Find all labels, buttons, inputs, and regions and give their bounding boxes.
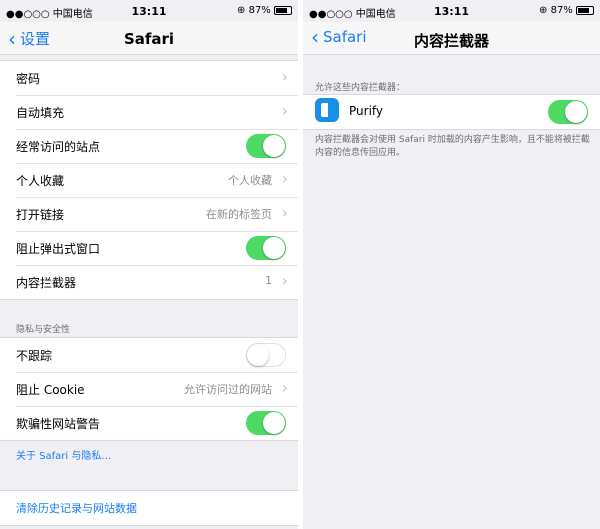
status-bar: ●●○○○ 中国电信 13:11 ⊕ 87%: [0, 0, 298, 22]
content-blockers-screen: ●●○○○ 中国电信 13:11 ⊕ 87% ‹ Safari 内容拦截器 允许这…: [303, 0, 600, 529]
settings-row-block-cookies[interactable]: 阻止 Cookie 允许访问过的网站 ›: [0, 372, 298, 406]
chevron-right-icon: ›: [281, 203, 288, 222]
chevron-right-icon: ›: [281, 271, 288, 290]
toggle-knob: [247, 344, 269, 366]
settings-row-open-links[interactable]: 打开链接 在新的标签页 ›: [0, 197, 298, 231]
settings-row-content-blockers[interactable]: 内容拦截器 1 ›: [0, 265, 298, 299]
row-label: 个人收藏: [16, 174, 65, 188]
clear-history-label: 清除历史记录与网站数据: [16, 502, 137, 515]
blocker-row-purify: Purify: [303, 95, 600, 129]
chevron-right-icon: ›: [281, 169, 288, 188]
row-label: 自动填充: [16, 106, 65, 120]
settings-row-autofill[interactable]: 自动填充 ›: [0, 95, 298, 129]
row-label: 内容拦截器: [16, 276, 77, 290]
blockers-footer-note: 内容拦截器会对使用 Safari 时加载的内容产生影响，且不能将被拦截内容的信息…: [315, 135, 590, 158]
page-title: 内容拦截器: [413, 32, 489, 50]
fraud-warning-toggle[interactable]: [246, 411, 286, 435]
blockers-section-header: 允许这些内容拦截器：: [315, 83, 406, 93]
settings-row-block-popups: 阻止弹出式窗口: [0, 231, 298, 265]
row-label: 经常访问的站点: [16, 140, 101, 154]
clear-history-group: 清除历史记录与网站数据: [0, 490, 298, 526]
settings-row-favorites[interactable]: 个人收藏 个人收藏 ›: [0, 163, 298, 197]
status-bar: ●●○○○ 中国电信 13:11 ⊕ 87%: [303, 0, 600, 22]
row-value: 在新的标签页: [206, 208, 272, 221]
battery-icon: [274, 5, 292, 15]
settings-row-frequent-sites: 经常访问的站点: [0, 129, 298, 163]
row-label: 密码: [16, 72, 41, 86]
orientation-lock-icon: ⊕: [237, 5, 246, 16]
purify-toggle[interactable]: [548, 100, 588, 124]
chevron-right-icon: ›: [281, 378, 288, 397]
row-label: 打开链接: [16, 208, 65, 222]
row-value: 允许访问过的网站: [184, 383, 272, 396]
battery-percent: 87%: [550, 5, 573, 16]
row-value: 1: [265, 274, 272, 287]
battery-percent: 87%: [248, 5, 271, 16]
chevron-right-icon: ›: [281, 67, 288, 86]
frequent-sites-toggle[interactable]: [246, 134, 286, 158]
page-title: Safari: [123, 30, 175, 48]
row-label: 阻止 Cookie: [16, 383, 85, 397]
privacy-settings-group: 不跟踪 阻止 Cookie 允许访问过的网站 › 欺骗性网站警告: [0, 337, 298, 441]
battery-icon: [576, 5, 594, 15]
toggle-knob: [263, 237, 285, 259]
settings-row-passwords[interactable]: 密码 ›: [0, 61, 298, 95]
status-right: ⊕ 87%: [539, 5, 594, 16]
nav-bar: ‹ 设置 Safari: [0, 22, 298, 55]
orientation-lock-icon: ⊕: [539, 5, 548, 16]
status-right: ⊕ 87%: [237, 5, 292, 16]
row-label: 欺骗性网站警告: [16, 417, 101, 431]
row-label: 阻止弹出式窗口: [16, 242, 101, 256]
row-label: 不跟踪: [16, 349, 53, 363]
toggle-knob: [263, 412, 285, 434]
app-name: Purify: [349, 104, 384, 118]
privacy-section-header: 隐私与安全性: [16, 325, 71, 335]
blockers-group: Purify: [303, 94, 600, 130]
row-value: 个人收藏: [228, 174, 272, 187]
nav-bar: ‹ Safari 内容拦截器: [303, 22, 600, 55]
general-settings-group: 密码 › 自动填充 › 经常访问的站点 个人收藏 个人收藏 › 打开链接 在新的…: [0, 60, 298, 300]
purify-app-icon: [315, 98, 339, 122]
about-privacy-link[interactable]: 关于 Safari 与隐私…: [16, 447, 111, 462]
settings-row-do-not-track: 不跟踪: [0, 338, 298, 372]
block-popups-toggle[interactable]: [246, 236, 286, 260]
chevron-right-icon: ›: [281, 101, 288, 120]
settings-row-fraud-warning: 欺骗性网站警告: [0, 406, 298, 440]
do-not-track-toggle[interactable]: [246, 343, 286, 367]
safari-settings-screen: ●●○○○ 中国电信 13:11 ⊕ 87% ‹ 设置 Safari 密码 › 自…: [0, 0, 298, 529]
toggle-knob: [565, 101, 587, 123]
clear-history-button[interactable]: 清除历史记录与网站数据: [0, 491, 298, 525]
toggle-knob: [263, 135, 285, 157]
